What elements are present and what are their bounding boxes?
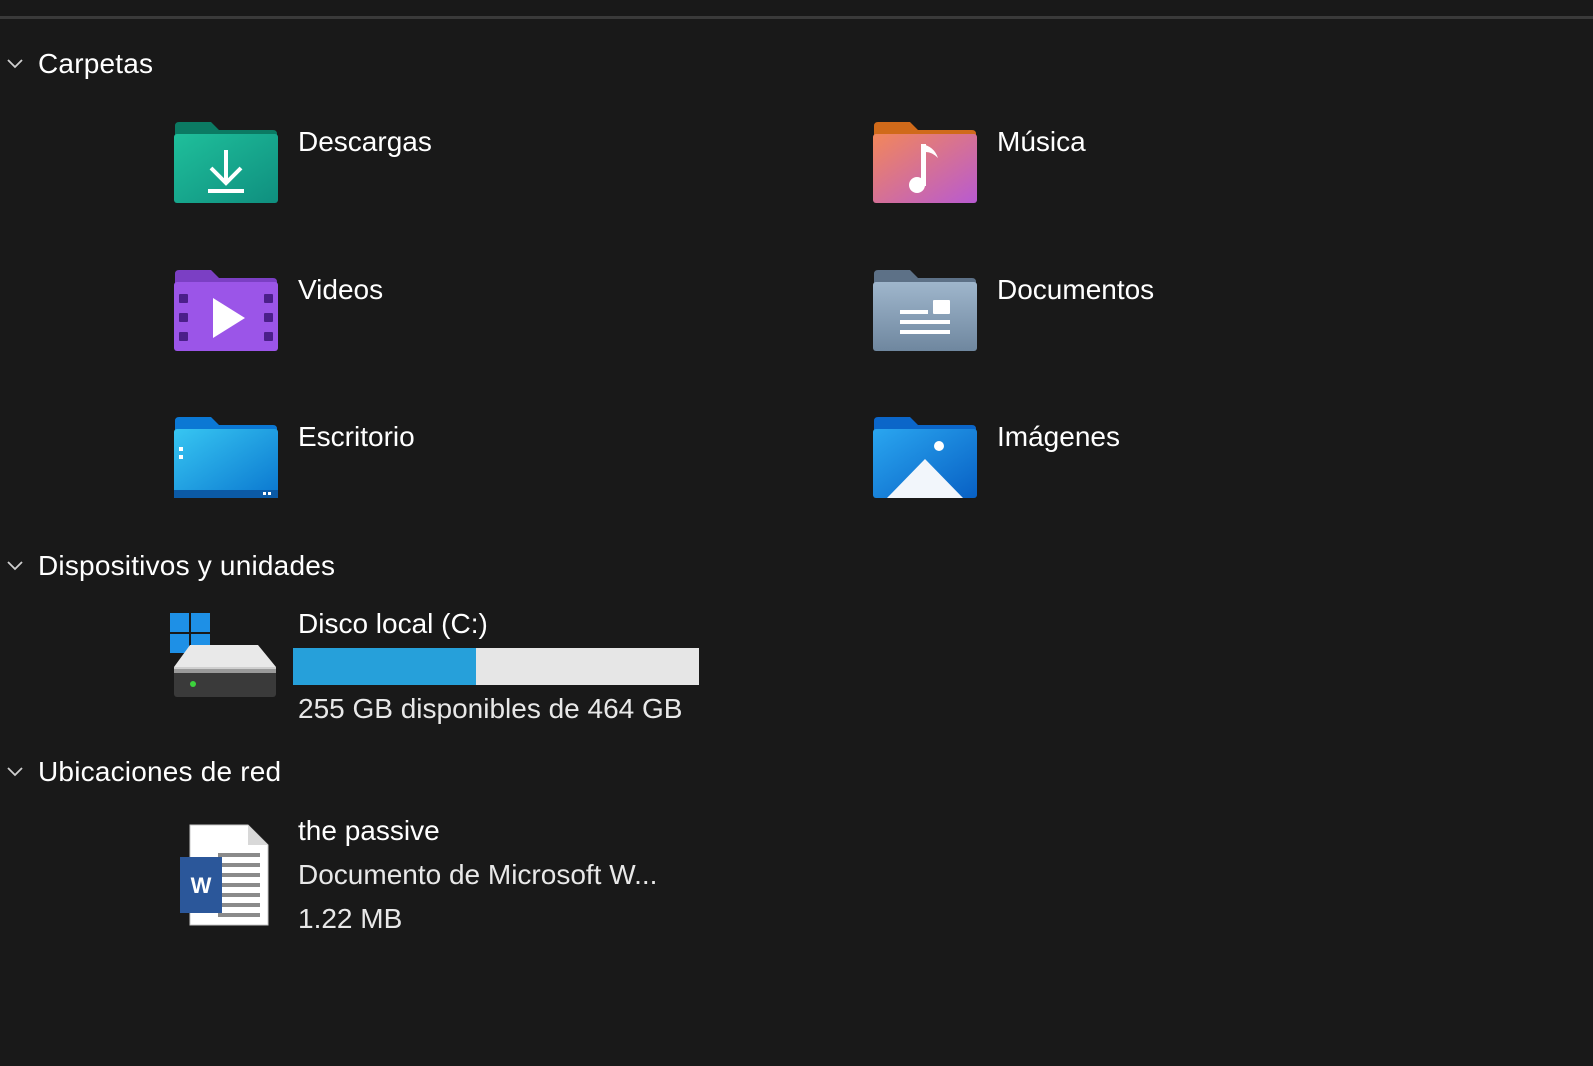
drive-item-c[interactable]: Disco local (C:) 255 GB disponibles de 4…: [168, 608, 728, 738]
network-item-the-passive[interactable]: W the passive Documento de Microsoft W..…: [168, 815, 728, 945]
group-title-devices: Dispositivos y unidades: [38, 550, 336, 581]
group-title-folders: Carpetas: [38, 48, 154, 79]
videos-folder-icon: [173, 270, 283, 360]
folder-item-musica[interactable]: Música: [872, 122, 1472, 232]
group-header-network[interactable]: Ubicaciones de red: [0, 752, 281, 792]
top-divider: [0, 16, 1593, 19]
pictures-folder-icon: [872, 417, 982, 507]
folder-name: Documentos: [997, 274, 1155, 305]
folder-item-documentos[interactable]: Documentos: [872, 270, 1472, 380]
folder-name: Videos: [298, 274, 384, 305]
chevron-down-icon: [0, 44, 30, 84]
group-title-network: Ubicaciones de red: [38, 756, 282, 787]
drive-name: Disco local (C:): [298, 608, 488, 639]
folder-item-descargas[interactable]: Descargas: [173, 122, 773, 232]
chevron-down-icon: [0, 752, 30, 792]
drive-usage-fill: [293, 648, 476, 685]
svg-text:W: W: [191, 873, 212, 898]
word-document-icon: W: [178, 823, 270, 932]
network-item-type: Documento de Microsoft W...: [298, 859, 658, 890]
hard-drive-icon: [168, 611, 280, 708]
desktop-folder-icon: [173, 417, 283, 507]
drive-free-space: 255 GB disponibles de 464 GB: [298, 693, 683, 724]
network-item-size: 1.22 MB: [298, 903, 403, 934]
documents-folder-icon: [872, 270, 982, 360]
folder-item-videos[interactable]: Videos: [173, 270, 773, 380]
drive-usage-bar: [293, 648, 699, 685]
folder-item-escritorio[interactable]: Escritorio: [173, 417, 773, 527]
downloads-folder-icon: [173, 122, 283, 212]
group-header-devices[interactable]: Dispositivos y unidades: [0, 546, 335, 586]
folder-name: Descargas: [298, 126, 432, 157]
folder-name: Música: [997, 126, 1086, 157]
chevron-down-icon: [0, 546, 30, 586]
network-item-name: the passive: [298, 815, 440, 846]
folder-item-imagenes[interactable]: Imágenes: [872, 417, 1472, 527]
group-header-folders[interactable]: Carpetas: [0, 44, 153, 84]
music-folder-icon: [872, 122, 982, 212]
folder-name: Imágenes: [997, 421, 1120, 452]
folder-name: Escritorio: [298, 421, 415, 452]
